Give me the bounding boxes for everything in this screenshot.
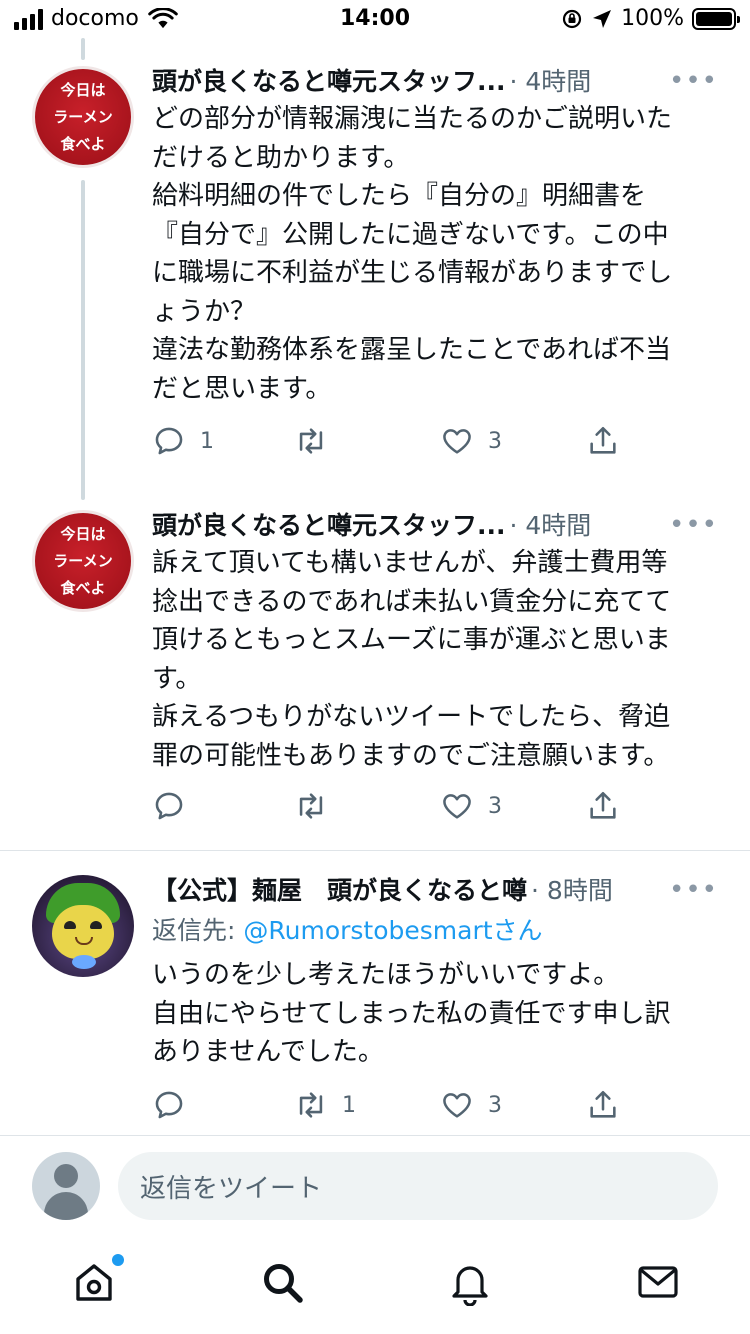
retweet-button[interactable] bbox=[294, 421, 342, 461]
share-button[interactable] bbox=[586, 421, 620, 461]
heart-icon bbox=[443, 794, 471, 819]
tweet[interactable]: 今日は ラーメン 食べよ 頭が良くなると噂元スタッフ... · 4時間 ••• … bbox=[0, 0, 750, 500]
heart-icon bbox=[443, 429, 471, 454]
tweet-header: 【公式】麺屋 頭が良くなると噂 · 8時間 ••• bbox=[152, 869, 718, 909]
like-button[interactable]: 3 bbox=[440, 1085, 502, 1125]
avatar-head bbox=[54, 1164, 78, 1188]
bell-icon bbox=[452, 1266, 488, 1307]
text-line: 『自分で』公開したに過ぎないです。この中 bbox=[152, 219, 669, 250]
avatar-text: ラーメン bbox=[53, 551, 113, 570]
timestamp[interactable]: · 4時間 bbox=[510, 506, 592, 542]
tab-home[interactable] bbox=[70, 1254, 124, 1306]
text-line: どの部分が情報漏洩に当たるのかご説明いた bbox=[152, 104, 673, 134]
reply-button[interactable] bbox=[152, 1085, 200, 1125]
text-line: だと思います。 bbox=[152, 373, 332, 404]
text-line: 罪の可能性もありますのでご注意願います。 bbox=[152, 740, 670, 771]
my-avatar[interactable] bbox=[32, 1152, 100, 1220]
reply-icon bbox=[155, 427, 183, 455]
reply-to-handle[interactable]: @Rumorstobesmartさん bbox=[243, 916, 542, 945]
text-line: ょうか？ bbox=[152, 296, 257, 327]
timestamp[interactable]: · 8時間 bbox=[531, 871, 613, 907]
text-line: 違法な勤務体系を露呈したことであれば不当 bbox=[152, 335, 671, 365]
heart-icon bbox=[443, 1093, 471, 1118]
like-count: 3 bbox=[488, 793, 502, 819]
share-icon bbox=[590, 426, 616, 454]
avatar-text: ラーメン bbox=[53, 107, 113, 126]
text-line: だけると助かります。 bbox=[152, 142, 410, 173]
tweet-text: いうのを少し考えたほうがいいですよ。 自由にやらせてしまった私の責任です申し訳 … bbox=[152, 956, 722, 1072]
text-line: いうのを少し考えたほうがいいですよ。 bbox=[152, 960, 620, 990]
tweet-text: どの部分が情報漏洩に当たるのかご説明いた だけると助かります。 給料明細の件でし… bbox=[152, 100, 722, 408]
tweet[interactable]: 今日は ラーメン 食べよ 頭が良くなると噂元スタッフ... · 4時間 ••• … bbox=[0, 500, 750, 850]
tweet-text: 訴えて頂いても構いませんが、弁護士費用等 捻出できるのであれば未払い賃金分に充て… bbox=[152, 544, 722, 775]
tab-bar bbox=[0, 1246, 750, 1334]
avatar-eye bbox=[64, 921, 76, 929]
reply-placeholder: 返信をツイート bbox=[140, 1173, 323, 1204]
tweet-header: 頭が良くなると噂元スタッフ... · 4時間 ••• bbox=[152, 60, 718, 100]
text-line: ありませんでした。 bbox=[152, 1037, 384, 1067]
avatar-text: 食べよ bbox=[60, 134, 106, 153]
share-button[interactable] bbox=[586, 786, 620, 826]
avatar-collar bbox=[72, 955, 96, 969]
retweet-button[interactable]: 1 bbox=[294, 1085, 356, 1125]
retweet-button[interactable] bbox=[294, 786, 342, 826]
tweet-actions: 3 bbox=[152, 786, 632, 826]
reply-input[interactable]: 返信をツイート bbox=[118, 1152, 718, 1220]
like-count: 3 bbox=[488, 1092, 502, 1118]
author-name[interactable]: 頭が良くなると噂元スタッフ... bbox=[152, 506, 506, 542]
avatar-eye bbox=[90, 921, 102, 929]
reply-to: 返信先: @Rumorstobesmartさん bbox=[152, 911, 543, 947]
avatar-text: 今日は bbox=[60, 80, 106, 99]
retweet-icon bbox=[299, 793, 323, 819]
retweet-icon bbox=[299, 1092, 323, 1118]
mail-icon bbox=[638, 1266, 678, 1298]
tab-search[interactable] bbox=[258, 1258, 306, 1306]
home-icon bbox=[76, 1264, 112, 1301]
avatar-body bbox=[44, 1192, 88, 1220]
tweet-actions: 1 3 bbox=[152, 1085, 632, 1125]
like-button[interactable]: 3 bbox=[440, 786, 502, 826]
tab-notifications[interactable] bbox=[446, 1258, 494, 1307]
more-options-icon[interactable]: ••• bbox=[669, 875, 718, 905]
like-button[interactable]: 3 bbox=[440, 421, 502, 461]
search-icon bbox=[264, 1264, 303, 1303]
retweet-icon bbox=[299, 428, 323, 454]
share-icon bbox=[590, 1090, 616, 1118]
notification-dot bbox=[112, 1254, 124, 1266]
reply-composer: 返信をツイート bbox=[0, 1136, 750, 1236]
author-name[interactable]: 頭が良くなると噂元スタッフ... bbox=[152, 62, 506, 98]
more-options-icon[interactable]: ••• bbox=[669, 66, 718, 96]
text-line: す。 bbox=[152, 663, 202, 694]
reply-button[interactable] bbox=[152, 786, 200, 826]
more-options-icon[interactable]: ••• bbox=[669, 510, 718, 540]
text-line: 頂けるともっとスムーズに事が運ぶと思いま bbox=[152, 625, 671, 655]
retweet-count: 1 bbox=[342, 1092, 356, 1118]
avatar-text: 今日は bbox=[60, 524, 106, 543]
text-line: 自由にやらせてしまった私の責任です申し訳 bbox=[152, 998, 671, 1029]
avatar[interactable]: 今日は ラーメン 食べよ bbox=[32, 510, 134, 612]
avatar[interactable]: 今日は ラーメン 食べよ bbox=[32, 66, 134, 168]
avatar-text: 食べよ bbox=[60, 578, 106, 597]
text-line: に職場に不利益が生じる情報がありますでし bbox=[152, 258, 673, 288]
avatar[interactable] bbox=[32, 875, 134, 977]
reply-button[interactable]: 1 bbox=[152, 421, 214, 461]
avatar-face bbox=[52, 905, 114, 959]
text-line: 捻出できるのであれば未払い賃金分に充てて bbox=[152, 586, 672, 617]
tab-messages[interactable] bbox=[634, 1258, 682, 1306]
reply-icon bbox=[155, 792, 183, 820]
reply-count: 1 bbox=[200, 428, 214, 454]
text-line: 訴えて頂いても構いませんが、弁護士費用等 bbox=[152, 548, 668, 578]
timestamp[interactable]: · 4時間 bbox=[510, 62, 592, 98]
text-line: 訴えるつもりがないツイートでしたら、脅迫 bbox=[152, 702, 671, 732]
tweet-header: 頭が良くなると噂元スタッフ... · 4時間 ••• bbox=[152, 504, 718, 544]
text-line: 給料明細の件でしたら『自分の』明細書を bbox=[152, 181, 647, 211]
share-button[interactable] bbox=[586, 1085, 620, 1125]
tweet[interactable]: 【公式】麺屋 頭が良くなると噂 · 8時間 ••• 返信先: @Rumorsto… bbox=[0, 851, 750, 1135]
tweet-actions: 1 3 bbox=[152, 421, 632, 461]
author-name[interactable]: 【公式】麺屋 頭が良くなると噂 bbox=[152, 871, 527, 907]
reply-icon bbox=[155, 1091, 183, 1119]
reply-to-prefix: 返信先: bbox=[152, 916, 244, 945]
like-count: 3 bbox=[488, 428, 502, 454]
share-icon bbox=[590, 791, 616, 819]
